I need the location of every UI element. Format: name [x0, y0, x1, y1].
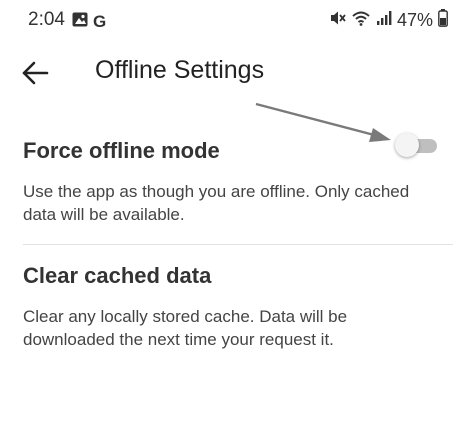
setting-clear-cache[interactable]: Clear cached data Clear any locally stor…: [23, 263, 453, 351]
setting-description: Use the app as though you are offline. O…: [23, 182, 410, 224]
battery-icon: [438, 9, 448, 32]
setting-title: Clear cached data: [23, 263, 212, 288]
app-bar: Offline Settings: [0, 48, 474, 98]
notification-icons: G: [72, 12, 106, 32]
arrow-left-icon: [20, 61, 50, 90]
image-icon: [72, 12, 88, 32]
back-button[interactable]: [20, 60, 50, 86]
system-status-icons: 47%: [328, 9, 448, 32]
setting-description: Clear any locally stored cache. Data wil…: [23, 307, 348, 349]
force-offline-toggle[interactable]: [395, 133, 439, 159]
toggle-thumb: [395, 133, 419, 157]
status-bar: 2:04 G 47%: [0, 0, 474, 40]
divider: [23, 244, 453, 245]
signal-icon: [376, 10, 392, 31]
page-title: Offline Settings: [95, 56, 265, 84]
setting-force-offline: Force offline mode Use the app as though…: [23, 138, 453, 226]
wifi-icon: [351, 9, 371, 32]
google-g-icon: G: [93, 12, 107, 31]
battery-percent: 47%: [396, 10, 433, 30]
status-time: 2:04: [28, 9, 65, 30]
setting-title: Force offline mode: [23, 138, 220, 163]
mute-icon: [328, 9, 346, 32]
